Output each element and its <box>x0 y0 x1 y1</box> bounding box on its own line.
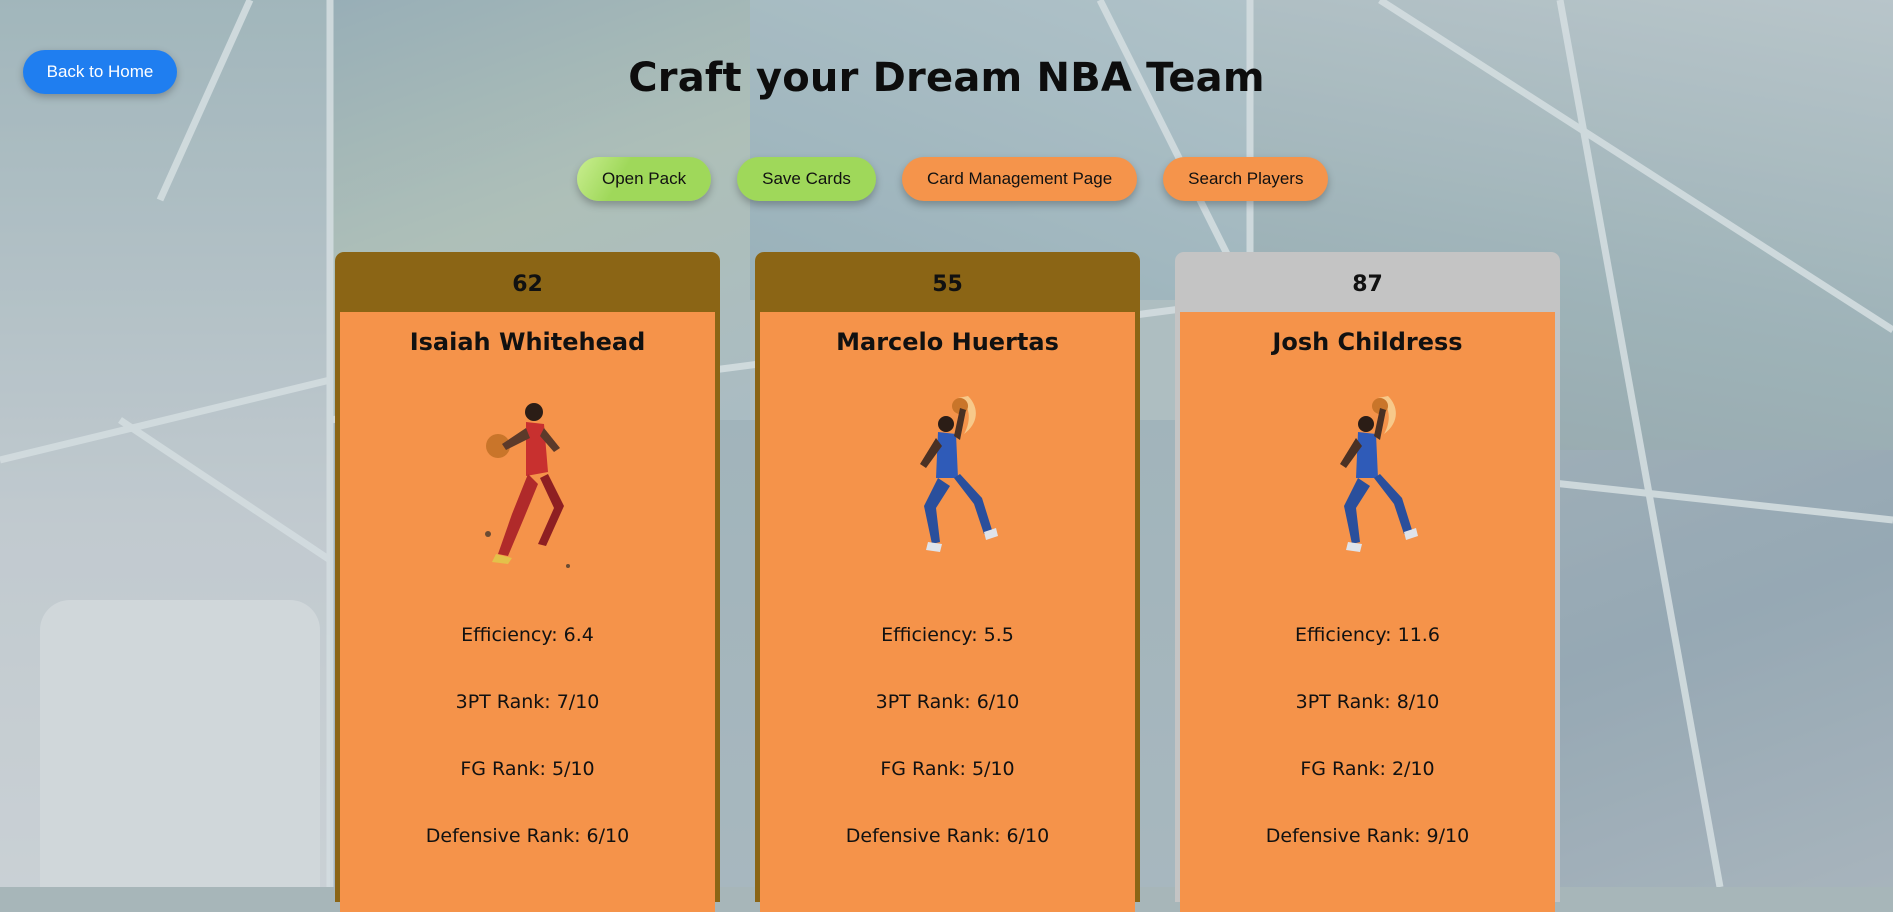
three-pt-rank: 3PT Rank: 8/10 <box>1295 691 1440 713</box>
efficiency-stat: Efficiency: 5.5 <box>881 624 1014 646</box>
three-pt-rank: 3PT Rank: 7/10 <box>455 691 600 713</box>
player-dunk-image <box>919 396 998 552</box>
efficiency-stat: Efficiency: 6.4 <box>461 624 594 646</box>
player-dunk-image <box>484 403 570 568</box>
three-pt-rank: 3PT Rank: 6/10 <box>875 691 1020 713</box>
defensive-rank: Defensive Rank: 6/10 <box>425 825 630 847</box>
defensive-rank: Defensive Rank: 6/10 <box>845 825 1050 847</box>
card-rating: 55 <box>932 272 963 297</box>
page-title: Craft your Dream NBA Team <box>628 55 1265 101</box>
player-card[interactable]: 55 Marcelo Huertas Efficiency: 5.5 3PT R… <box>755 252 1140 912</box>
player-name: Josh Childress <box>1272 328 1463 356</box>
fg-rank: FG Rank: 2/10 <box>1300 758 1435 780</box>
defensive-rank: Defensive Rank: 9/10 <box>1265 825 1470 847</box>
player-name: Isaiah Whitehead <box>409 328 646 356</box>
card-rating: 87 <box>1352 272 1383 297</box>
card-management-button[interactable]: Card Management Page <box>901 157 1138 201</box>
player-card[interactable]: 62 Isaiah Whitehead Efficiency: 6.4 3PT … <box>335 252 720 912</box>
player-name: Marcelo Huertas <box>836 328 1059 356</box>
open-pack-button[interactable]: Open Pack <box>577 157 712 201</box>
card-body: Isaiah Whitehead Efficiency: 6.4 3PT Ran… <box>340 312 715 912</box>
player-card-list: 62 Isaiah Whitehead Efficiency: 6.4 3PT … <box>335 252 1560 912</box>
fg-rank: FG Rank: 5/10 <box>880 758 1015 780</box>
efficiency-stat: Efficiency: 11.6 <box>1295 624 1440 646</box>
player-card[interactable]: 87 Josh Childress Efficiency: 11.6 3PT R… <box>1175 252 1560 912</box>
card-body: Josh Childress Efficiency: 11.6 3PT Rank… <box>1180 312 1555 912</box>
action-bar: Open Pack Save Cards Card Management Pag… <box>577 157 1329 201</box>
card-body: Marcelo Huertas Efficiency: 5.5 3PT Rank… <box>760 312 1135 912</box>
player-dunk-image <box>1339 396 1418 552</box>
search-players-button[interactable]: Search Players <box>1163 157 1329 201</box>
save-cards-button[interactable]: Save Cards <box>737 157 876 201</box>
card-rating: 62 <box>512 272 543 297</box>
fg-rank: FG Rank: 5/10 <box>460 758 595 780</box>
